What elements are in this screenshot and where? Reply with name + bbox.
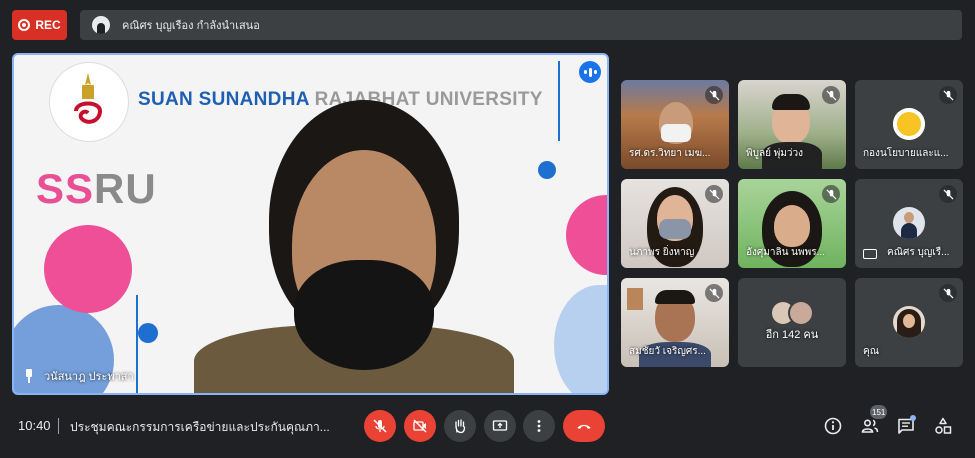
participant-tile[interactable]: นภาพร ยิ่งหาญ xyxy=(621,179,729,268)
participant-name: นภาพร ยิ่งหาญ xyxy=(629,247,695,258)
participant-avatar xyxy=(893,108,925,140)
present-screen-button[interactable] xyxy=(484,410,516,442)
mic-toggle-button[interactable] xyxy=(364,410,396,442)
participant-mask xyxy=(659,219,691,239)
rec-label: REC xyxy=(35,18,61,32)
university-name-main: SUAN SUNANDHA xyxy=(138,89,310,110)
meeting-details-button[interactable] xyxy=(821,414,845,438)
mic-off-icon xyxy=(822,185,840,203)
more-options-button[interactable] xyxy=(523,410,555,442)
participant-name: คณิศร บุญเรื... xyxy=(887,247,950,258)
hand-icon xyxy=(455,419,466,434)
decor-circle-pink-large xyxy=(44,225,132,313)
self-avatar xyxy=(893,306,925,338)
avatar-figure xyxy=(901,223,917,239)
main-video-stage[interactable]: SUAN SUNANDHA RAJABHAT UNIVERSITY SSRU ว… xyxy=(12,53,609,395)
decor-circle-blue-small xyxy=(138,323,158,343)
decor-line-right xyxy=(558,61,560,141)
presenter-mask xyxy=(294,260,434,370)
avatar-face xyxy=(903,314,915,328)
participant-name: พิบูลย์ พุ่มว่วง xyxy=(746,148,804,159)
participant-face xyxy=(774,205,810,247)
ssru-logo-text: SSRU xyxy=(36,165,157,213)
participants-count-badge: 151 xyxy=(870,405,888,419)
participant-name: กองนโยบายและแ... xyxy=(863,148,949,159)
chat-notification-dot xyxy=(910,415,916,421)
participant-tile[interactable]: พิบูลย์ พุ่มว่วง xyxy=(738,80,846,169)
mic-off-icon xyxy=(822,86,840,104)
presenting-screen-icon xyxy=(863,249,877,259)
info-icon xyxy=(824,417,842,435)
more-avatar-2 xyxy=(790,302,812,324)
mic-off-icon xyxy=(705,284,723,302)
meeting-clock: 10:40 xyxy=(18,418,51,433)
meet-window: REC คณิศร บุญเรือง กำลังนำเสนอ SUAN SUNA… xyxy=(0,0,975,458)
decor-circle-pink-right xyxy=(566,195,607,275)
more-participants-tile[interactable]: อีก 142 คน xyxy=(738,278,846,367)
mic-off-icon xyxy=(705,86,723,104)
decor-circle-blue-right xyxy=(538,161,556,179)
leave-call-button[interactable] xyxy=(563,410,605,442)
presenting-banner[interactable]: คณิศร บุญเรือง กำลังนำเสนอ xyxy=(80,10,962,40)
participant-hair xyxy=(655,290,695,304)
divider xyxy=(58,418,59,434)
camera-toggle-button[interactable] xyxy=(404,410,436,442)
meeting-title[interactable]: ประชุมคณะกรรมการเครือข่ายและประกันคุณภา.… xyxy=(70,418,330,437)
stage-name-tag: วนัสนาฎ ประพาสา xyxy=(24,367,134,385)
camera-off-icon xyxy=(413,419,427,433)
presenter-avatar xyxy=(92,16,110,34)
raise-hand-button[interactable] xyxy=(444,410,476,442)
decor-circle-lightblue-right xyxy=(554,285,607,393)
presenting-text: คณิศร บุญเรือง กำลังนำเสนอ xyxy=(122,20,260,32)
hang-up-icon xyxy=(577,424,591,429)
ssru-grey-part: RU xyxy=(94,165,157,212)
mic-off-icon xyxy=(939,284,957,302)
present-screen-icon xyxy=(492,420,508,431)
people-icon xyxy=(861,419,879,433)
participant-tile[interactable]: อังศุมาลิน นพพร... xyxy=(738,179,846,268)
decor-line-left xyxy=(136,295,138,393)
participant-tile[interactable]: รศ.ดร.วิทยา เมฆ... xyxy=(621,80,729,169)
participant-name: คุณ xyxy=(863,346,879,357)
participant-name: อังศุมาลิน นพพร... xyxy=(746,247,825,258)
participant-tile[interactable]: สมชัยวั เจริญศร... xyxy=(621,278,729,367)
activities-icon xyxy=(935,417,952,434)
more-vert-icon xyxy=(537,420,541,432)
ssru-pink-part: SS xyxy=(36,165,95,212)
university-crest-icon xyxy=(74,73,103,124)
pin-icon[interactable] xyxy=(24,369,34,383)
stage-presenter-name: วนัสนาฎ ประพาสา xyxy=(44,371,134,383)
participant-name: สมชัยวั เจริญศร... xyxy=(629,346,706,357)
mic-off-icon xyxy=(939,185,957,203)
self-tile[interactable]: คุณ xyxy=(855,278,963,367)
participant-tile[interactable]: กองนโยบายและแ... xyxy=(855,80,963,169)
activities-button[interactable] xyxy=(931,414,955,438)
mic-off-icon xyxy=(373,419,387,433)
more-participants-label: อีก 142 คน xyxy=(765,329,819,341)
participant-hair xyxy=(772,94,810,110)
recording-indicator: REC xyxy=(12,10,67,40)
wall-frame xyxy=(627,288,643,310)
mic-off-icon xyxy=(939,86,957,104)
record-icon xyxy=(18,19,31,31)
mic-off-icon xyxy=(705,185,723,203)
participant-avatar xyxy=(893,207,925,239)
participant-mask xyxy=(661,124,691,142)
participant-tile[interactable]: คณิศร บุญเรื... xyxy=(855,179,963,268)
avatar-head xyxy=(904,212,914,223)
speaking-indicator-icon xyxy=(579,61,601,83)
participant-name: รศ.ดร.วิทยา เมฆ... xyxy=(629,148,711,159)
